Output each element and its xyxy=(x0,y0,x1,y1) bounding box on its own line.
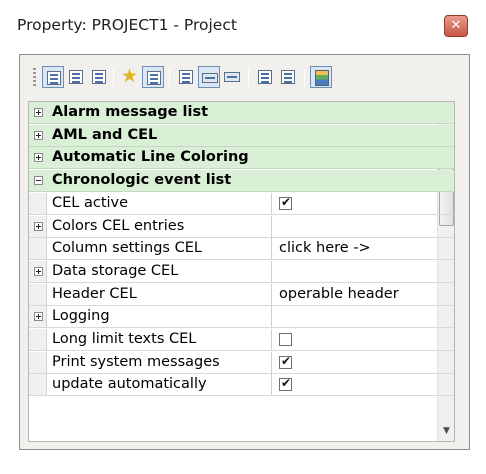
text-icon xyxy=(179,70,193,84)
color-palette-button[interactable] xyxy=(310,66,332,88)
category-row[interactable]: Chronologic event list xyxy=(29,170,454,192)
property-window: Property: PROJECT1 - Project ✕ ★ ▲ ▼ Ala… xyxy=(0,0,486,474)
column-divider[interactable] xyxy=(271,284,272,305)
property-value[interactable]: operable header xyxy=(279,286,399,302)
close-button[interactable]: ✕ xyxy=(444,15,468,37)
category-row[interactable]: Automatic Line Coloring xyxy=(29,147,454,169)
expand-icon[interactable] xyxy=(34,153,43,162)
dynamic-button[interactable] xyxy=(142,66,164,88)
property-row[interactable]: Logging xyxy=(29,306,454,328)
window-title: Property: PROJECT1 - Project xyxy=(17,16,237,34)
column-divider[interactable] xyxy=(271,374,272,395)
row-gutter xyxy=(29,238,47,259)
property-checkbox[interactable] xyxy=(279,333,292,346)
row-gutter xyxy=(29,261,47,282)
property-checkbox[interactable] xyxy=(279,376,292,391)
entry-field-icon xyxy=(224,72,240,82)
collapse-all-icon xyxy=(281,70,295,84)
expand-icon[interactable] xyxy=(34,312,43,321)
row-gutter xyxy=(29,352,47,373)
properties-icon xyxy=(92,70,106,84)
property-value[interactable]: click here -> xyxy=(279,240,371,256)
toolbar-separator xyxy=(304,69,305,87)
property-row[interactable]: Print system messages xyxy=(29,352,454,374)
category-label: Alarm message list xyxy=(52,104,209,120)
collapse-all-button[interactable] xyxy=(277,66,299,88)
entry-field-button[interactable] xyxy=(221,66,243,88)
expand-icon[interactable] xyxy=(34,108,43,117)
alphabetic-view-icon xyxy=(69,70,83,84)
close-icon: ✕ xyxy=(450,18,462,33)
expand-icon[interactable] xyxy=(34,131,43,140)
row-gutter xyxy=(29,306,47,327)
toolbar-grip[interactable] xyxy=(33,68,36,88)
column-divider[interactable] xyxy=(271,193,272,214)
combobox-icon xyxy=(202,73,218,83)
expand-icon[interactable] xyxy=(34,267,43,276)
collapse-icon[interactable] xyxy=(34,176,43,185)
toolbar-separator xyxy=(113,69,114,87)
expand-icon[interactable] xyxy=(34,222,43,231)
property-checkbox[interactable] xyxy=(279,195,292,210)
column-divider[interactable] xyxy=(271,238,272,259)
row-gutter xyxy=(29,329,47,350)
row-gutter xyxy=(29,102,47,123)
row-gutter xyxy=(29,374,47,395)
property-row[interactable]: update automatically xyxy=(29,374,454,396)
favorites-button[interactable]: ★ xyxy=(119,65,141,88)
combobox-button[interactable] xyxy=(198,66,220,88)
alphabetic-view-button[interactable] xyxy=(65,66,87,88)
categorized-view-icon xyxy=(47,71,61,85)
property-name: Header CEL xyxy=(52,286,137,302)
category-label: AML and CEL xyxy=(52,127,158,143)
expand-all-icon xyxy=(258,70,272,84)
toolbar-separator xyxy=(169,69,170,87)
row-gutter xyxy=(29,147,47,168)
property-name: Colors CEL entries xyxy=(52,218,185,234)
categorized-view-button[interactable] xyxy=(42,66,64,88)
property-row[interactable]: Long limit texts CEL xyxy=(29,329,454,351)
color-palette-icon xyxy=(315,70,329,86)
text-button[interactable] xyxy=(175,66,197,88)
dynamic-icon xyxy=(147,71,161,85)
column-divider[interactable] xyxy=(271,306,272,327)
property-panel: ★ ▲ ▼ Alarm message listAML and CELAutom… xyxy=(19,54,470,450)
row-gutter xyxy=(29,193,47,214)
toolbar-separator xyxy=(248,69,249,87)
property-name: Print system messages xyxy=(52,354,220,370)
property-name: Column settings CEL xyxy=(52,240,202,256)
property-name: Logging xyxy=(52,308,110,324)
column-divider[interactable] xyxy=(271,261,272,282)
category-label: Automatic Line Coloring xyxy=(52,149,249,165)
property-name: CEL active xyxy=(52,195,129,211)
property-grid: ▲ ▼ Alarm message listAML and CELAutomat… xyxy=(28,101,455,442)
category-row[interactable]: Alarm message list xyxy=(29,102,454,124)
properties-button[interactable] xyxy=(88,66,110,88)
row-gutter xyxy=(29,170,47,191)
scroll-down-icon[interactable]: ▼ xyxy=(438,423,454,440)
column-divider[interactable] xyxy=(271,216,272,237)
row-gutter xyxy=(29,125,47,146)
row-gutter xyxy=(29,284,47,305)
property-row[interactable]: Colors CEL entries xyxy=(29,216,454,238)
category-label: Chronologic event list xyxy=(52,172,232,188)
toolbar: ★ xyxy=(33,63,463,93)
property-row[interactable]: Header CEL operable header xyxy=(29,284,454,306)
property-name: update automatically xyxy=(52,376,207,392)
property-name: Data storage CEL xyxy=(52,263,179,279)
column-divider[interactable] xyxy=(271,352,272,373)
favorites-icon: ★ xyxy=(121,65,139,87)
row-gutter xyxy=(29,216,47,237)
property-row[interactable]: Column settings CEL click here -> xyxy=(29,238,454,260)
category-row[interactable]: AML and CEL xyxy=(29,125,454,147)
column-divider[interactable] xyxy=(271,329,272,350)
property-checkbox[interactable] xyxy=(279,354,292,369)
property-row[interactable]: CEL active xyxy=(29,193,454,215)
property-row[interactable]: Data storage CEL xyxy=(29,261,454,283)
expand-all-button[interactable] xyxy=(254,66,276,88)
property-name: Long limit texts CEL xyxy=(52,331,197,347)
